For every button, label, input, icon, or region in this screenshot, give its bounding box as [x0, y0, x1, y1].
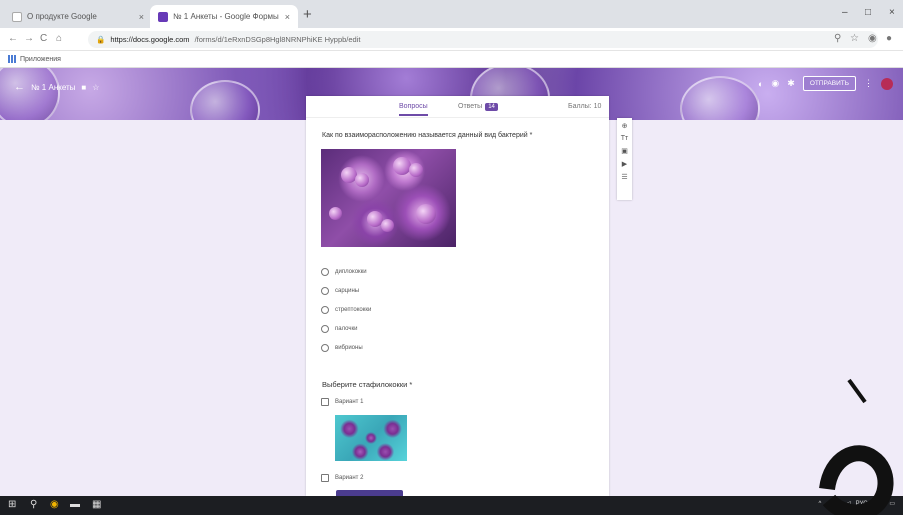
option-label: вибрионы	[335, 345, 363, 351]
option-radio[interactable]: стрептококки	[321, 306, 371, 314]
send-button[interactable]: ОТПРАВИТЬ	[802, 76, 856, 91]
bacteria-image-decor	[0, 68, 60, 120]
radio-icon[interactable]	[321, 344, 329, 352]
question-2-title[interactable]: Выберите стафилококки *	[322, 380, 412, 389]
option-1-bacteria-image	[335, 415, 407, 461]
option-checkbox[interactable]: Вариант 1	[321, 398, 363, 406]
checkbox-icon[interactable]	[321, 474, 329, 482]
option-radio[interactable]: вибрионы	[321, 344, 363, 352]
minimize-icon[interactable]: –	[842, 7, 848, 18]
answers-count-badge: 14	[485, 103, 498, 111]
checkbox-icon[interactable]	[321, 398, 329, 406]
question-1-title[interactable]: Как по взаиморасположению называется дан…	[322, 132, 532, 139]
form-tabs: Вопросы Ответы 14 Баллы: 10	[306, 96, 609, 118]
tab-answers-label: Ответы	[458, 103, 483, 110]
tab-questions[interactable]: Вопросы	[399, 103, 428, 116]
zoom-icon[interactable]: ⚲	[834, 33, 841, 44]
preview-eye-icon[interactable]: ◉	[771, 78, 779, 89]
watermark-logo	[819, 378, 894, 515]
lock-icon: 🔒	[96, 35, 106, 44]
radio-icon[interactable]	[321, 325, 329, 333]
radio-icon[interactable]	[321, 268, 329, 276]
explorer-icon[interactable]: ▬	[70, 499, 80, 510]
url-input[interactable]: 🔒 https://docs.google.com/forms/d/1eRxnD…	[88, 31, 878, 48]
forms-favicon-icon	[158, 11, 168, 22]
add-video-icon[interactable]: ▶	[622, 160, 627, 168]
home-icon[interactable]: ⌂	[56, 33, 62, 44]
option-radio[interactable]: диплококки	[321, 268, 367, 276]
folder-icon[interactable]: ■	[81, 83, 86, 92]
search-icon[interactable]: ⚲	[30, 499, 37, 510]
option-label: стрептококки	[335, 307, 372, 313]
option-label: диплококки	[335, 269, 367, 275]
close-tab-icon[interactable]: ×	[139, 12, 144, 22]
add-question-icon[interactable]: ⊕	[622, 122, 628, 130]
windows-taskbar: ⊞ ⚲ ◉ ▬ ▦ ^ ● ▬ ◁ РУС 0:47 ▭	[0, 496, 903, 515]
option-radio[interactable]: палочки	[321, 325, 357, 333]
option-label: палочки	[335, 326, 358, 332]
avatar[interactable]	[881, 77, 893, 90]
apps-grid-icon[interactable]	[8, 55, 16, 63]
chrome-icon[interactable]: ◉	[50, 499, 59, 510]
settings-gear-icon[interactable]: ✱	[787, 78, 795, 89]
back-icon[interactable]: ←	[8, 33, 18, 44]
bacteria-image-decor	[190, 80, 260, 120]
store-icon[interactable]: ▦	[92, 499, 101, 510]
tab-answers[interactable]: Ответы 14	[458, 103, 498, 111]
start-icon[interactable]: ⊞	[8, 499, 16, 510]
forward-icon[interactable]: →	[24, 33, 34, 44]
question-1-bacteria-image	[321, 149, 456, 247]
floating-toolbar: ⊕ Tт ▣ ▶ ☰	[617, 118, 632, 200]
more-vert-icon[interactable]: ⋮	[864, 78, 873, 89]
option-label: сарцины	[335, 288, 360, 294]
close-tab-icon[interactable]: ×	[285, 12, 290, 22]
option-label: Вариант 2	[335, 475, 364, 481]
option-radio[interactable]: сарцины	[321, 287, 359, 295]
profile-icon[interactable]: ●	[886, 33, 892, 44]
option-label: Вариант 1	[335, 399, 364, 405]
google-favicon-icon	[12, 11, 22, 22]
form-title[interactable]: № 1 Анкеты	[31, 83, 75, 92]
maximize-icon[interactable]: □	[865, 7, 871, 18]
address-bar-row: ← → C ⌂ 🔒 https://docs.google.com/forms/…	[0, 28, 903, 51]
tab-title: О продукте Google	[27, 12, 97, 21]
add-title-icon[interactable]: Tт	[621, 135, 628, 142]
browser-tab-about-google[interactable]: О продукте Google ×	[4, 5, 152, 28]
browser-tab-strip: О продукте Google × № 1 Анкеты - Google …	[0, 0, 903, 28]
reload-icon[interactable]: C	[40, 33, 47, 44]
star-icon[interactable]: ☆	[92, 83, 99, 92]
apps-bookmark[interactable]: Приложения	[20, 56, 61, 63]
radio-icon[interactable]	[321, 287, 329, 295]
url-path: /forms/d/1eRxnDSGp8Hgl8NRNPhiKE Hyppb/ed…	[194, 35, 361, 44]
bookmarks-bar: Приложения	[0, 51, 903, 68]
star-icon[interactable]: ☆	[850, 33, 859, 44]
new-tab-icon[interactable]: +	[303, 6, 312, 23]
tab-title: № 1 Анкеты - Google Формы	[173, 12, 279, 21]
add-image-icon[interactable]: ▣	[621, 147, 628, 155]
extension-icon[interactable]: ◉	[868, 33, 877, 44]
bacteria-image-decor	[680, 76, 760, 120]
back-arrow-icon[interactable]: ←	[14, 81, 25, 93]
form-card: Вопросы Ответы 14 Баллы: 10 Как по взаимо…	[306, 96, 609, 502]
total-points: Баллы: 10	[568, 103, 602, 110]
add-section-icon[interactable]: ☰	[621, 173, 627, 181]
radio-icon[interactable]	[321, 306, 329, 314]
option-checkbox[interactable]: Вариант 2	[321, 474, 363, 482]
url-domain: https://docs.google.com	[110, 35, 190, 44]
browser-tab-forms[interactable]: № 1 Анкеты - Google Формы ×	[150, 5, 298, 28]
palette-icon[interactable]: ◐	[758, 79, 763, 89]
close-window-icon[interactable]: ×	[889, 7, 895, 18]
